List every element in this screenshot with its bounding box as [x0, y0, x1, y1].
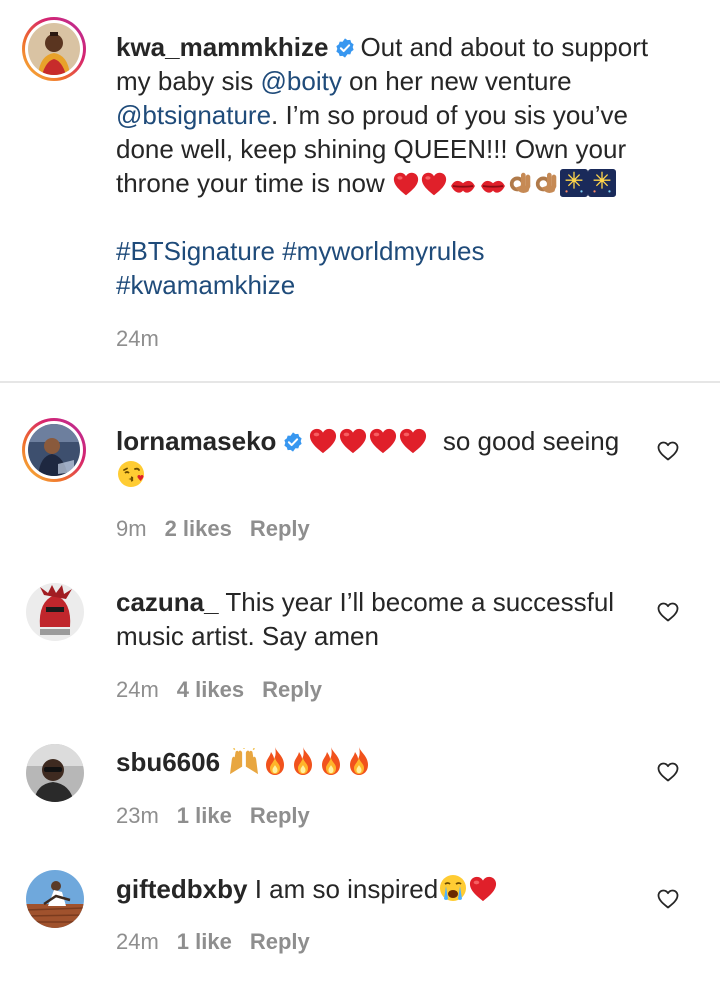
commenter-avatar[interactable]	[26, 583, 84, 641]
divider	[0, 381, 720, 383]
comment-text: sbu6606	[116, 745, 676, 779]
comment-text: giftedbxby I am so inspired	[116, 872, 676, 906]
fire-icon	[261, 746, 289, 776]
post-author-avatar[interactable]	[22, 17, 86, 81]
post-author-username[interactable]: kwa_mammkhize	[116, 32, 328, 62]
fireworks-icon	[588, 169, 616, 197]
ok-hand-icon	[534, 169, 560, 197]
comment-time: 24m	[116, 929, 159, 954]
mention-btsignature[interactable]: @btsignature	[116, 100, 271, 130]
avatar-image	[26, 744, 84, 802]
avatar-image	[28, 23, 80, 75]
comment-time: 24m	[116, 677, 159, 702]
post-time: 24m	[116, 326, 159, 351]
comment-meta: 24m 4 likes Reply	[116, 677, 340, 703]
commenter-avatar[interactable]	[22, 418, 86, 482]
avatar-image	[26, 870, 84, 928]
comment-time: 23m	[116, 803, 159, 828]
comment-meta: 23m 1 like Reply	[116, 803, 328, 829]
commenter-username[interactable]: sbu6606	[116, 747, 220, 777]
commenter-username[interactable]: giftedbxby	[116, 874, 247, 904]
comment-text: cazuna_ This year I’ll become a successf…	[116, 585, 676, 653]
red-heart-icon	[398, 427, 428, 455]
fireworks-icon	[560, 169, 588, 197]
like-heart-icon[interactable]	[656, 760, 680, 784]
comment-likes[interactable]: 2 likes	[165, 516, 232, 541]
comment-likes[interactable]: 1 like	[177, 929, 232, 954]
loudly-crying-face-icon	[438, 873, 468, 903]
fire-icon	[317, 746, 345, 776]
red-heart-icon	[420, 171, 448, 197]
like-heart-icon[interactable]	[656, 600, 680, 624]
post-timestamp: 24m	[116, 326, 177, 352]
kiss-mark-icon	[478, 175, 508, 197]
reply-button[interactable]: Reply	[250, 803, 310, 828]
post-caption: kwa_mammkhize Out and about to support my…	[0, 0, 720, 382]
hashtag-line[interactable]: #BTSignature #myworldmyrules	[116, 234, 676, 268]
comment-likes[interactable]: 1 like	[177, 803, 232, 828]
mention-boity[interactable]: @boity	[261, 66, 342, 96]
comment-time: 9m	[116, 516, 147, 541]
red-heart-icon	[468, 875, 498, 903]
avatar-image	[26, 583, 84, 641]
red-heart-icon	[338, 427, 368, 455]
post-caption-text: kwa_mammkhize Out and about to support my…	[116, 30, 676, 200]
commenter-avatar[interactable]	[26, 744, 84, 802]
caption-emojis	[392, 168, 616, 198]
face-blowing-kiss-icon	[116, 459, 146, 489]
fire-icon	[289, 746, 317, 776]
kiss-mark-icon	[448, 175, 478, 197]
comment-body: so good seeing	[442, 426, 620, 456]
hashtag-line[interactable]: #kwamamkhize	[116, 268, 676, 302]
commenter-avatar[interactable]	[26, 870, 84, 928]
comment-likes[interactable]: 4 likes	[177, 677, 244, 702]
comment-meta: 24m 1 like Reply	[116, 929, 328, 955]
comment-emojis	[227, 747, 373, 777]
fire-icon	[345, 746, 373, 776]
comment-meta: 9m 2 likes Reply	[116, 516, 328, 542]
red-heart-icon	[308, 427, 338, 455]
commenter-username[interactable]: lornamaseko	[116, 426, 276, 456]
avatar-image	[28, 424, 80, 476]
caption-text-part: on her new venture	[341, 66, 572, 96]
reply-button[interactable]: Reply	[262, 677, 322, 702]
like-heart-icon[interactable]	[656, 887, 680, 911]
raising-hands-icon	[227, 748, 261, 776]
comment-emojis	[308, 426, 428, 456]
like-heart-icon[interactable]	[656, 439, 680, 463]
commenter-username[interactable]: cazuna_	[116, 587, 219, 617]
reply-button[interactable]: Reply	[250, 516, 310, 541]
comment-body: I am so inspired	[254, 874, 439, 904]
comment-text: lornamaseko so good seeing	[116, 424, 676, 492]
reply-button[interactable]: Reply	[250, 929, 310, 954]
verified-badge-icon	[334, 37, 356, 59]
post-hashtags: #BTSignature #myworldmyrules #kwamamkhiz…	[116, 234, 676, 302]
verified-badge-icon	[282, 431, 304, 453]
ok-hand-icon	[508, 169, 534, 197]
red-heart-icon	[392, 171, 420, 197]
red-heart-icon	[368, 427, 398, 455]
